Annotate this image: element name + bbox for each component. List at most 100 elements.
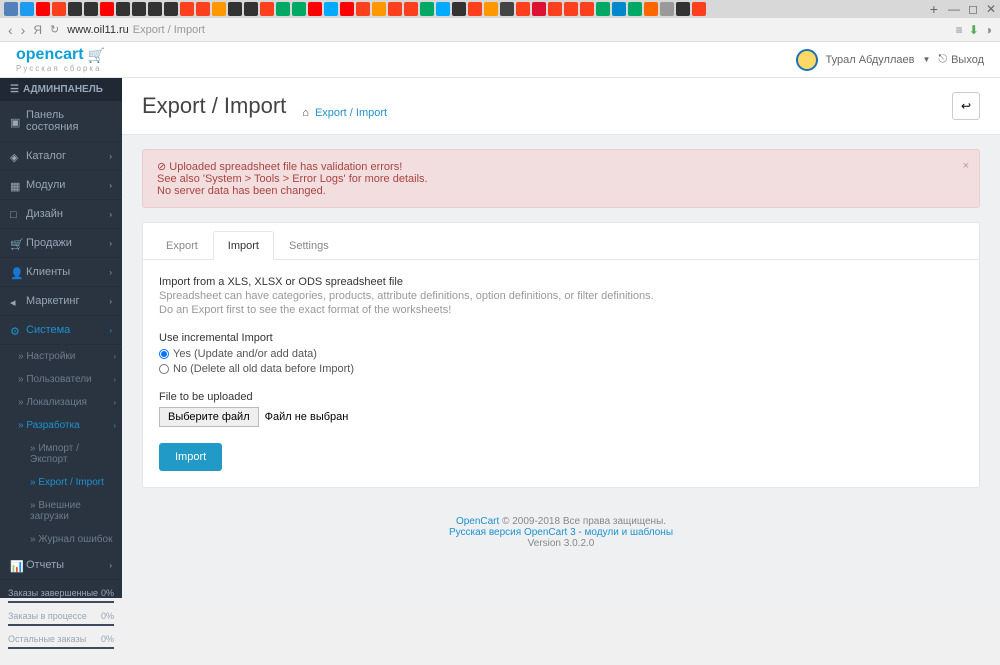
tabs: Export Import Settings [143,223,979,260]
file-label: File to be uploaded [159,391,963,403]
sidebar-sub2-0[interactable]: » Импорт / Экспорт [0,437,122,471]
sidebar-item-8[interactable]: 📊Отчеты› [0,551,122,580]
user-icon: 👤 [10,267,20,277]
share-icon: ◂ [10,296,20,306]
sidebar-item-5[interactable]: 👤Клиенты› [0,258,122,287]
logo-subtitle: Русская сборка [16,64,105,73]
main-content: Export / Import ⌂ Export / Import ↩ ⊘ Up… [122,78,1000,598]
alert-line1: Uploaded spreadsheet file has validation… [169,161,402,173]
breadcrumb: ⌂ Export / Import [302,107,387,119]
ext-icon[interactable]: ◑ [985,23,992,37]
radio-yes[interactable] [159,349,169,359]
new-tab-button[interactable]: + [930,1,938,17]
url-host: www.oil11.ru [67,24,129,36]
chevron-right-icon: › [109,326,112,335]
tab-export[interactable]: Export [151,231,213,260]
alert-close-button[interactable]: × [963,160,969,172]
content-panel: Export Import Settings Import from a XLS… [142,222,980,488]
stat-row-1: Заказы в процессе0% [8,611,114,621]
sidebar-sub-0[interactable]: » Настройки› [0,345,122,368]
stat-row-2: Остальные заказы0% [8,634,114,644]
sidebar-item-3[interactable]: □Дизайн› [0,200,122,229]
page-header: Export / Import ⌂ Export / Import ↩ [122,78,1000,135]
menu-icon[interactable]: ☰ [10,84,19,95]
sidebar: ☰ АДМИНПАНЕЛЬ ▣Панель состояния◈Каталог›… [0,78,122,598]
sidebar-sub2-3[interactable]: » Журнал ошибок [0,528,122,551]
cart-icon: 🛒 [10,238,20,248]
chevron-right-icon: › [109,152,112,161]
sidebar-item-1[interactable]: ◈Каталог› [0,142,122,171]
sidebar-item-2[interactable]: ▦Модули› [0,171,122,200]
browser-nav-bar: ‹ › Я ↻ www.oil11.ru Export / Import ≡ ⬇… [0,18,1000,42]
radio-yes-row[interactable]: Yes (Update and/or add data) [159,348,963,360]
sidebar-sub2-1[interactable]: » Export / Import [0,471,122,494]
browser-tab-bar: + — ◻ ✕ [0,0,1000,18]
error-alert: ⊘ Uploaded spreadsheet file has validati… [142,149,980,208]
logo[interactable]: opencart 🛒 [16,46,105,64]
chevron-right-icon: › [109,239,112,248]
warning-icon: ⊘ [157,161,166,173]
page-title: Export / Import [142,93,286,119]
stat-bar-1 [8,624,114,626]
reply-icon: ↩ [961,99,971,113]
alert-line2: See also 'System > Tools > Error Logs' f… [157,173,428,185]
breadcrumb-link[interactable]: Export / Import [315,107,387,119]
sidebar-item-0[interactable]: ▣Панель состояния [0,101,122,142]
screen-icon: □ [10,209,20,219]
tab-settings[interactable]: Settings [274,231,344,260]
chevron-right-icon: › [113,375,116,384]
back-button[interactable]: ↩ [952,92,980,120]
app-header: opencart 🛒 Русская сборка Турал Абдуллае… [0,42,1000,78]
sidebar-sub2-2[interactable]: » Внешние загрузки [0,494,122,528]
sidebar-item-7[interactable]: ⚙Система› [0,316,122,345]
chevron-right-icon: › [113,352,116,361]
nav-back-icon[interactable]: ‹ [8,22,13,38]
reload-icon[interactable]: ↻ [50,23,59,36]
tab-import[interactable]: Import [213,231,274,260]
window-min-icon[interactable]: — [948,2,960,16]
download-icon[interactable]: ⬇ [969,23,979,37]
stat-bar-0 [8,601,114,603]
footer-opencart-link[interactable]: OpenCart [456,516,499,527]
chevron-right-icon: › [113,398,116,407]
alert-line3: No server data has been changed. [157,185,326,197]
sidebar-item-4[interactable]: 🛒Продажи› [0,229,122,258]
cart-icon: 🛒 [88,47,105,64]
import-help1: Spreadsheet can have categories, product… [159,290,963,302]
puzzle-icon: ▦ [10,180,20,190]
gear-icon: ⚙ [10,325,20,335]
sidebar-sub-1[interactable]: » Пользователи› [0,368,122,391]
sidebar-item-6[interactable]: ◂Маркетинг› [0,287,122,316]
radio-no-row[interactable]: No (Delete all old data before Import) [159,363,963,375]
username[interactable]: Турал Абдуллаев [826,54,915,66]
footer-version: Version 3.0.2.0 [528,538,595,549]
sidebar-sub-3[interactable]: » Разработка› [0,414,122,437]
logout-icon: ⎋ [938,53,947,66]
menu-icon[interactable]: ≡ [956,23,963,37]
tag-icon: ◈ [10,151,20,161]
user-dropdown-icon[interactable]: ▼ [922,55,930,64]
import-title: Import from a XLS, XLSX or ODS spreadshe… [159,276,963,288]
sidebar-header: ☰ АДМИНПАНЕЛЬ [0,78,122,101]
file-choose-button[interactable]: Выберите файл [159,407,259,427]
chevron-right-icon: › [109,181,112,190]
radio-no[interactable] [159,364,169,374]
file-none-text: Файл не выбран [265,411,349,423]
footer: OpenCart © 2009-2018 Все права защищены.… [122,502,1000,563]
import-help2: Do an Export first to see the exact form… [159,304,963,316]
chevron-right-icon: › [109,268,112,277]
window-max-icon[interactable]: ◻ [968,2,978,16]
dashboard-icon: ▣ [10,116,20,126]
stat-row-0: Заказы завершенные0% [8,588,114,598]
footer-rus-link[interactable]: Русская версия OpenCart 3 - модули и шаб… [449,527,673,538]
url-bar[interactable]: www.oil11.ru Export / Import [67,24,947,36]
url-path: Export / Import [133,24,205,36]
logout-button[interactable]: ⎋ Выход [938,53,984,66]
sidebar-sub-2[interactable]: » Локализация› [0,391,122,414]
nav-fwd-icon[interactable]: › [21,22,26,38]
home-icon[interactable]: ⌂ [302,107,309,119]
y-icon[interactable]: Я [33,23,42,37]
avatar[interactable] [796,49,818,71]
window-close-icon[interactable]: ✕ [986,2,996,16]
import-button[interactable]: Import [159,443,222,471]
